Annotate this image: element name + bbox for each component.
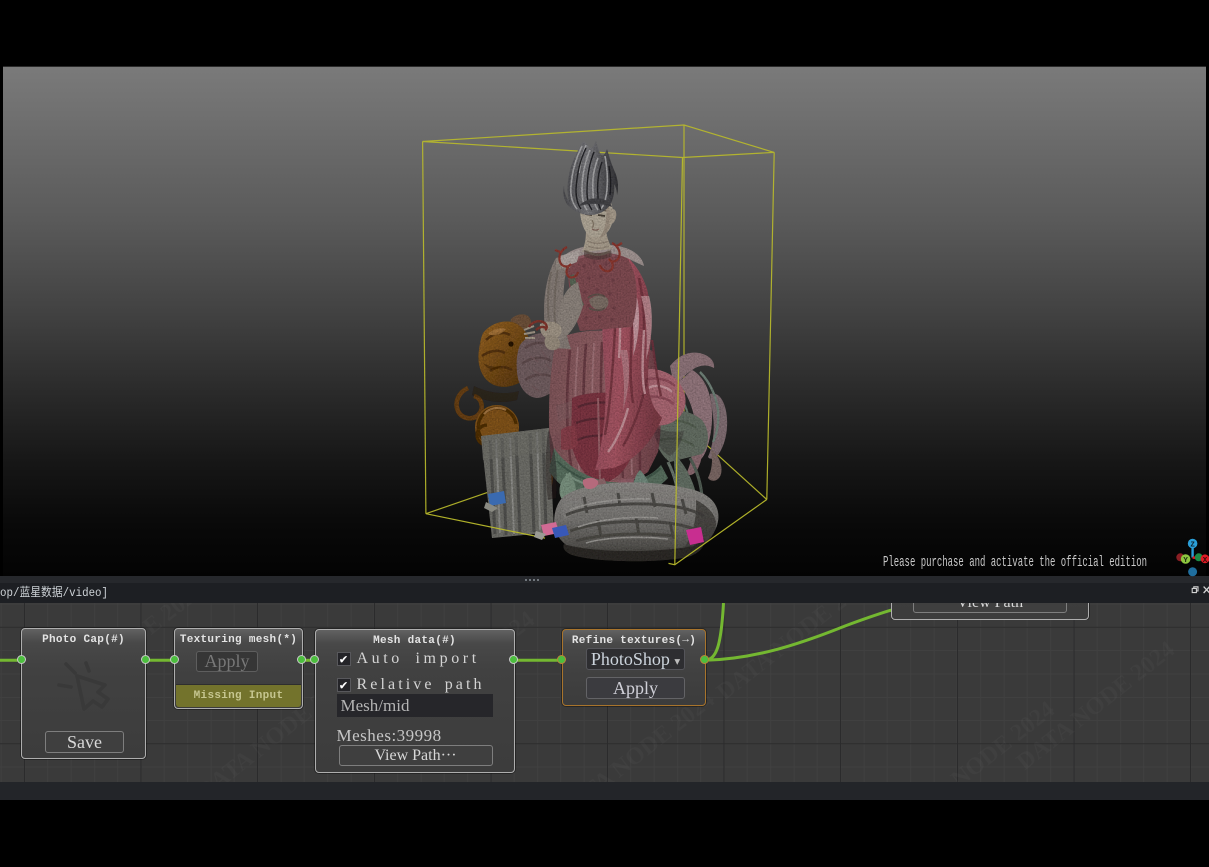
svg-text:Y: Y [1183,557,1188,565]
svg-text:Please purchase and activate t: Please purchase and activate the officia… [883,554,1147,571]
svg-text:X: X [1203,557,1208,565]
svg-text:Z: Z [1190,542,1195,550]
